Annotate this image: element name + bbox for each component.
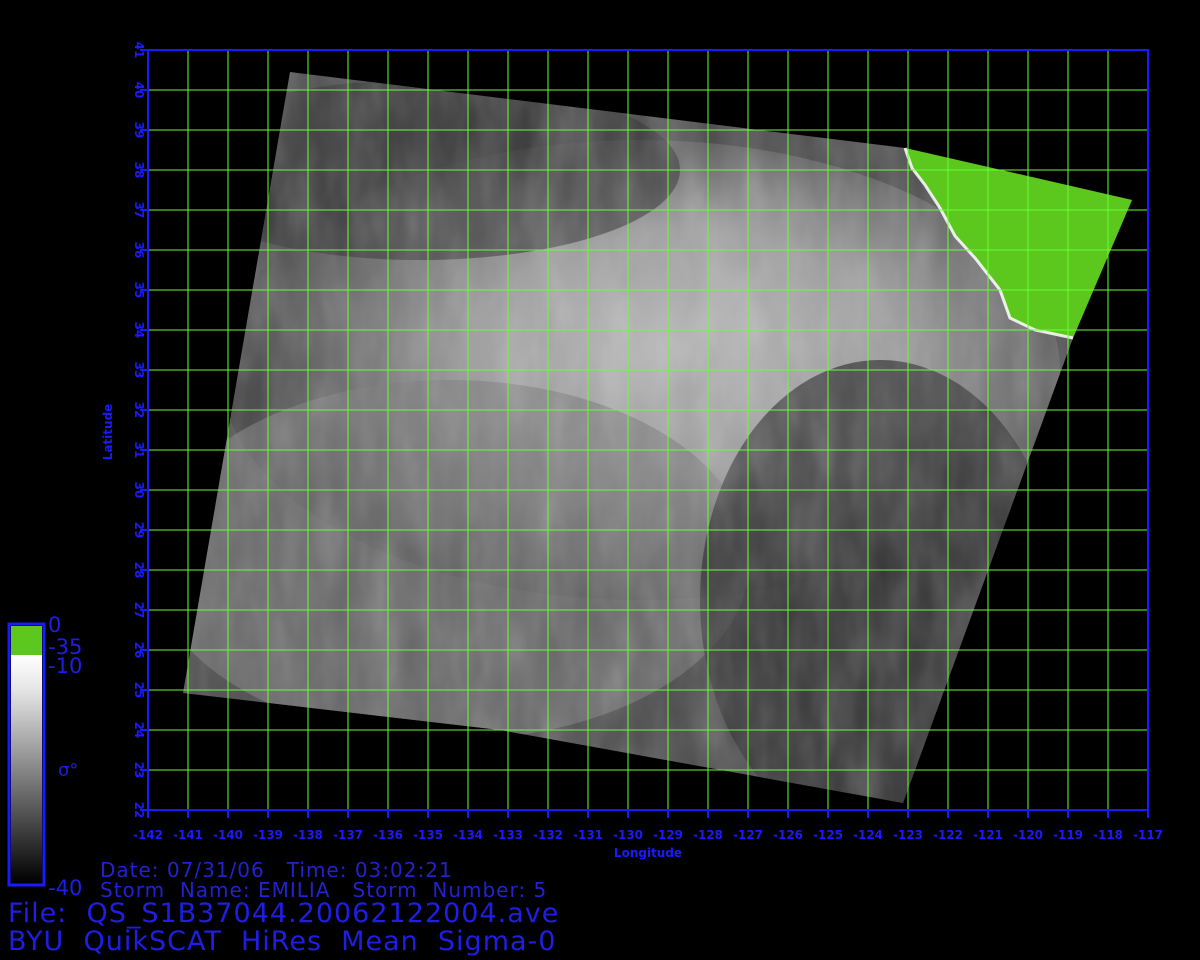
y-axis-label: Latitude — [101, 404, 115, 461]
latitude-tick-label: 29 — [132, 522, 146, 539]
colorbar-label-bottom: -40 — [48, 876, 83, 900]
longitude-tick-label: -128 — [693, 828, 723, 842]
longitude-tick-label: -136 — [373, 828, 403, 842]
latitude-tick-label: 38 — [132, 162, 146, 179]
longitude-tick-label: -125 — [813, 828, 843, 842]
latitude-tick-label: 28 — [132, 562, 146, 579]
latitude-tick-label: 25 — [132, 682, 146, 699]
latitude-tick-label: 35 — [132, 282, 146, 299]
latitude-tick-label: 33 — [132, 362, 146, 379]
latitude-tick-label: 24 — [132, 722, 146, 739]
latitude-tick-label: 40 — [132, 82, 146, 99]
longitude-tick-label: -120 — [1013, 828, 1043, 842]
latitude-tick-label: 22 — [132, 802, 146, 819]
longitude-tick-label: -139 — [253, 828, 283, 842]
longitude-tick-label: -122 — [933, 828, 963, 842]
x-axis-label: Longitude — [614, 846, 682, 860]
longitude-tick-labels: -142 -141 -140 -139 -138 -137 -136 -135 -134 -133… — [133, 810, 1163, 842]
latitude-tick-label: 37 — [132, 202, 146, 219]
longitude-tick-label: -129 — [653, 828, 683, 842]
colorbar-land-swatch — [11, 626, 42, 655]
longitude-tick-label: -138 — [293, 828, 323, 842]
colorbar-quantity-label: σ° — [58, 760, 79, 781]
product-title: BYU QuikSCAT HiRes Mean Sigma-0 — [8, 926, 557, 957]
longitude-tick-label: -124 — [853, 828, 883, 842]
longitude-tick-label: -131 — [573, 828, 603, 842]
latitude-tick-label: 32 — [132, 402, 146, 419]
longitude-tick-label: -121 — [973, 828, 1003, 842]
colorbar-label-white: -10 — [48, 654, 83, 678]
longitude-tick-label: -127 — [733, 828, 763, 842]
latitude-tick-label: 27 — [132, 602, 146, 619]
longitude-tick-label: -118 — [1093, 828, 1123, 842]
latitude-tick-label: 31 — [132, 442, 146, 459]
longitude-tick-label: -117 — [1133, 828, 1163, 842]
longitude-tick-label: -133 — [493, 828, 523, 842]
longitude-tick-label: -135 — [413, 828, 443, 842]
longitude-tick-label: -142 — [133, 828, 163, 842]
latitude-tick-label: 34 — [132, 322, 146, 339]
sigma0-map: -142 -141 -140 -139 -138 -137 -136 -135 -134 -133… — [7, 42, 1163, 887]
colorbar-label-top: 0 — [48, 613, 62, 637]
longitude-tick-label: -132 — [533, 828, 563, 842]
longitude-tick-label: -123 — [893, 828, 923, 842]
colorbar-gradient — [11, 655, 42, 883]
file-name-line: File: QS_S1B37044.20062122004.ave — [8, 898, 560, 929]
longitude-tick-label: -141 — [173, 828, 203, 842]
latitude-tick-label: 39 — [132, 122, 146, 139]
latitude-tick-label: 41 — [132, 42, 146, 59]
latitude-tick-label: 26 — [132, 642, 146, 659]
longitude-tick-label: -140 — [213, 828, 243, 842]
longitude-tick-label: -134 — [453, 828, 483, 842]
longitude-tick-label: -130 — [613, 828, 643, 842]
latitude-tick-label: 23 — [132, 762, 146, 779]
longitude-tick-label: -137 — [333, 828, 363, 842]
colorbar — [7, 622, 46, 887]
latitude-tick-label: 30 — [132, 482, 146, 499]
longitude-tick-label: -119 — [1053, 828, 1083, 842]
latitude-tick-label: 36 — [132, 242, 146, 259]
longitude-tick-label: -126 — [773, 828, 803, 842]
latitude-tick-labels: 22 23 24 25 26 27 28 29 30 31 32 33 34 35 36 37 38 39 40 41 — [132, 42, 148, 819]
